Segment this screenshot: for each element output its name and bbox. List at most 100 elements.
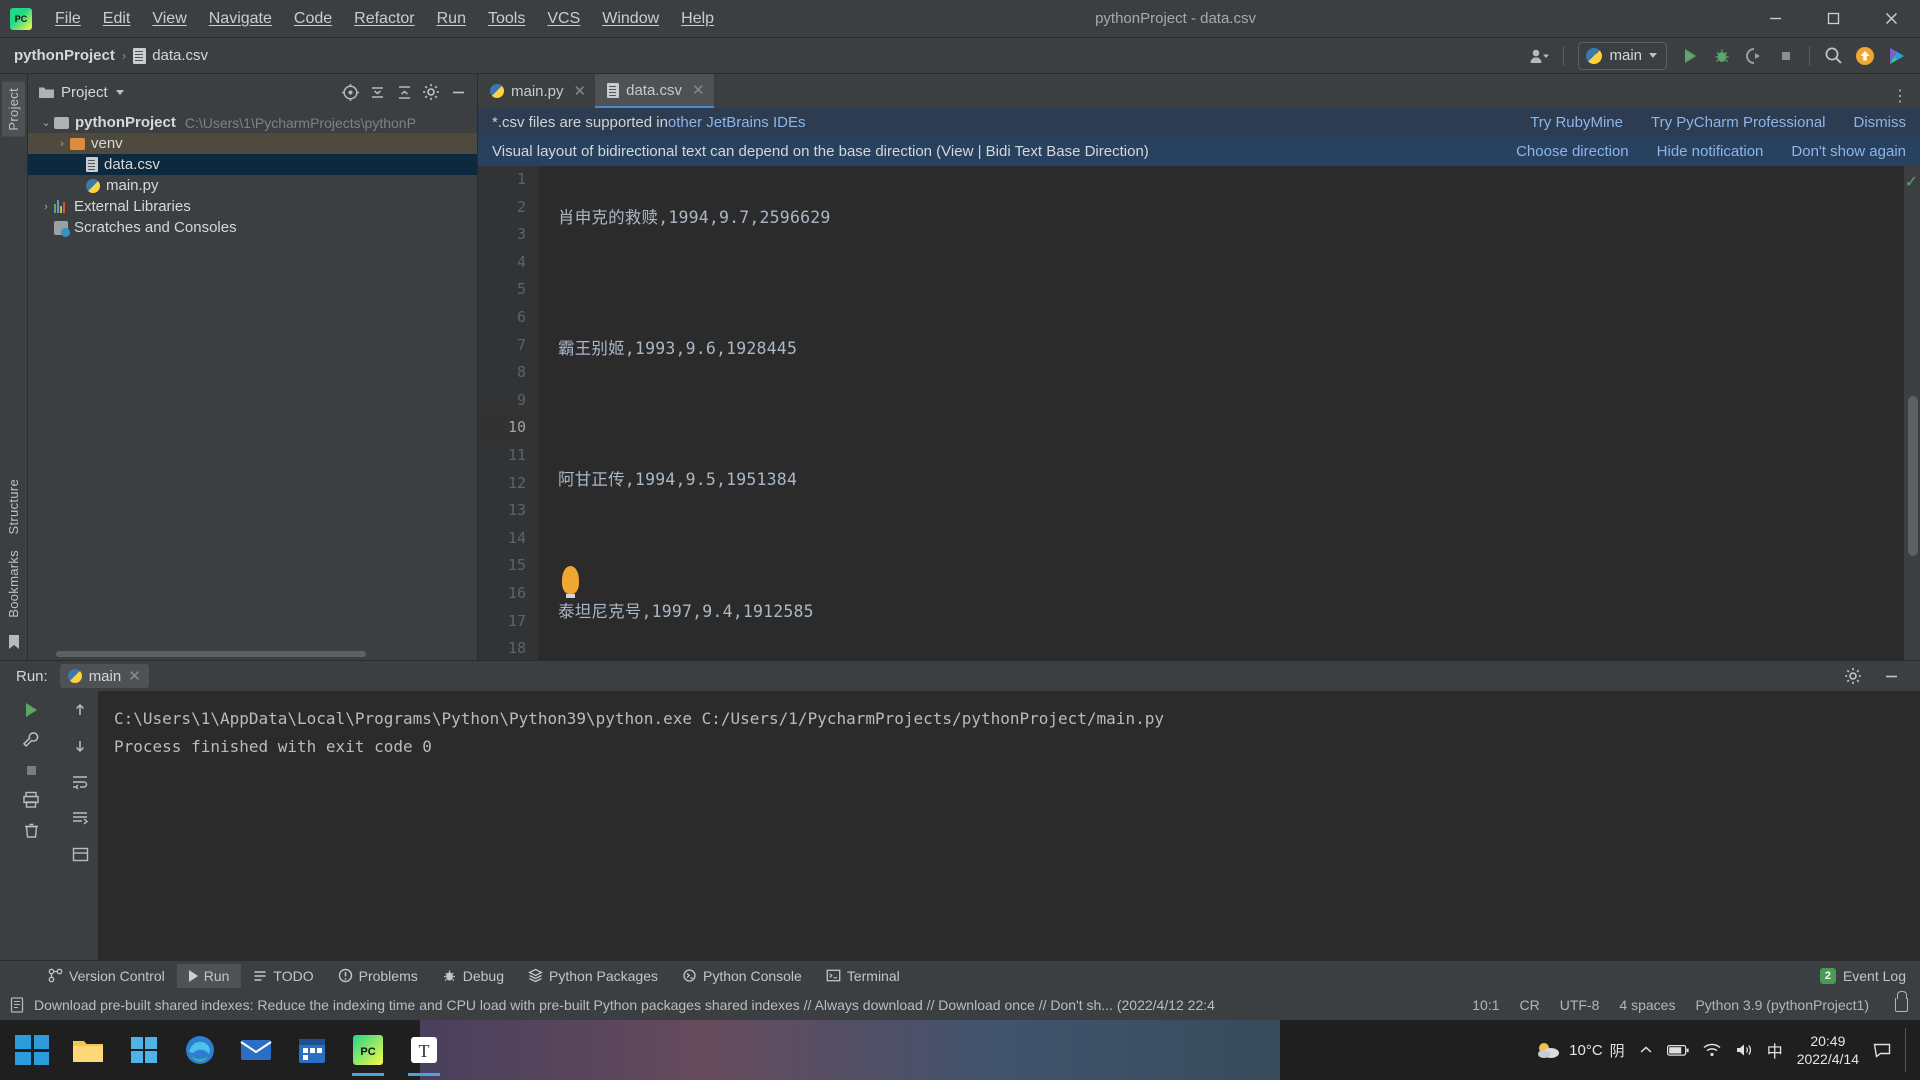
project-horizontal-scrollbar[interactable] bbox=[28, 648, 477, 660]
other-jetbrains-ides-link[interactable]: other JetBrains IDEs bbox=[668, 114, 806, 131]
trash-icon[interactable] bbox=[18, 817, 44, 843]
calendar-icon[interactable] bbox=[284, 1022, 340, 1078]
hide-panel-icon[interactable] bbox=[445, 80, 471, 104]
file-explorer-icon[interactable] bbox=[60, 1022, 116, 1078]
tool-window-problems[interactable]: Problems bbox=[326, 964, 430, 988]
editor-tab-data-csv[interactable]: data.csv ✕ bbox=[595, 74, 714, 108]
taskbar-clock[interactable]: 20:49 2022/4/14 bbox=[1797, 1032, 1859, 1068]
try-rubymine-link[interactable]: Try RubyMine bbox=[1530, 114, 1623, 131]
tool-window-todo[interactable]: TODO bbox=[241, 964, 325, 988]
scroll-up-icon[interactable] bbox=[67, 697, 93, 723]
menu-run[interactable]: Run bbox=[426, 4, 477, 33]
status-message[interactable]: Download pre-built shared indexes: Reduc… bbox=[34, 997, 1215, 1013]
caret-position[interactable]: 10:1 bbox=[1472, 997, 1499, 1013]
collapse-all-icon[interactable] bbox=[391, 80, 417, 104]
stop-icon[interactable] bbox=[18, 757, 44, 783]
stop-icon[interactable] bbox=[1771, 42, 1801, 70]
more-options-icon[interactable]: ⋮ bbox=[1892, 89, 1920, 108]
rail-tab-project[interactable]: Project bbox=[2, 82, 25, 137]
intention-bulb-icon[interactable] bbox=[562, 566, 579, 598]
maximize-button[interactable] bbox=[1804, 0, 1862, 38]
tree-item-data-csv[interactable]: data.csv bbox=[28, 154, 477, 175]
tree-item-venv[interactable]: › venv bbox=[28, 133, 477, 154]
layout-icon[interactable] bbox=[67, 841, 93, 867]
editor-tab-main-py[interactable]: main.py ✕ bbox=[478, 74, 595, 108]
wifi-icon[interactable] bbox=[1703, 1043, 1721, 1057]
tool-window-version-control[interactable]: Version Control bbox=[36, 964, 177, 988]
edge-browser-icon[interactable] bbox=[172, 1022, 228, 1078]
dismiss-link[interactable]: Dismiss bbox=[1854, 114, 1907, 131]
settings-gear-icon[interactable] bbox=[418, 80, 444, 104]
ime-indicator[interactable]: 中 bbox=[1767, 1038, 1783, 1062]
breadcrumb-file[interactable]: data.csv bbox=[133, 47, 208, 64]
chevron-down-icon[interactable]: ⌄ bbox=[38, 116, 54, 129]
editor-area[interactable]: 1 2 3 4 5 6 7 8 9 10 11 12 13 14 15 16 1 bbox=[478, 166, 1920, 660]
menu-navigate[interactable]: Navigate bbox=[198, 4, 283, 33]
run-configuration-selector[interactable]: main bbox=[1578, 41, 1667, 70]
rail-tab-structure[interactable]: Structure bbox=[2, 473, 25, 540]
settings-wrench-icon[interactable] bbox=[18, 727, 44, 753]
dont-show-again-link[interactable]: Don't show again bbox=[1791, 143, 1906, 160]
action-center-icon[interactable] bbox=[1873, 1042, 1891, 1058]
update-icon[interactable] bbox=[1850, 42, 1880, 70]
inspections-ok-icon[interactable]: ✓ bbox=[1905, 172, 1918, 192]
scroll-down-icon[interactable] bbox=[67, 733, 93, 759]
indent-setting[interactable]: 4 spaces bbox=[1619, 997, 1675, 1013]
python-interpreter[interactable]: Python 3.9 (pythonProject1) bbox=[1695, 997, 1869, 1013]
ide-feature-icon[interactable] bbox=[1882, 42, 1912, 70]
editor-scrollbar-thumb[interactable] bbox=[1908, 396, 1918, 556]
scroll-to-end-icon[interactable] bbox=[67, 805, 93, 831]
show-desktop-button[interactable] bbox=[1905, 1028, 1910, 1072]
minimize-button[interactable] bbox=[1746, 0, 1804, 38]
mail-icon[interactable] bbox=[228, 1022, 284, 1078]
tool-window-python-packages[interactable]: Python Packages bbox=[516, 964, 670, 988]
try-pycharm-professional-link[interactable]: Try PyCharm Professional bbox=[1651, 114, 1826, 131]
debug-icon[interactable] bbox=[1707, 42, 1737, 70]
chevron-up-icon[interactable] bbox=[1639, 1045, 1653, 1055]
windows-start-icon[interactable] bbox=[4, 1022, 60, 1078]
run-with-coverage-icon[interactable] bbox=[1739, 42, 1769, 70]
menu-tools[interactable]: Tools bbox=[477, 4, 536, 33]
chevron-right-icon[interactable]: › bbox=[38, 201, 54, 213]
soft-wrap-icon[interactable] bbox=[67, 769, 93, 795]
tree-item-pythonproject[interactable]: ⌄ pythonProject C:\Users\1\PycharmProjec… bbox=[28, 112, 477, 133]
notification-icon[interactable] bbox=[10, 997, 24, 1013]
choose-direction-link[interactable]: Choose direction bbox=[1516, 143, 1629, 160]
tool-window-debug[interactable]: Debug bbox=[430, 964, 516, 988]
run-console-output[interactable]: C:\Users\1\AppData\Local\Programs\Python… bbox=[98, 691, 1920, 960]
editor-code[interactable]: 肖申克的救赎,1994,9.7,2596629 霸王别姬,1993,9.6,19… bbox=[538, 166, 1904, 660]
tree-item-main-py[interactable]: main.py bbox=[28, 175, 477, 196]
microsoft-store-icon[interactable] bbox=[116, 1022, 172, 1078]
chevron-right-icon[interactable]: › bbox=[54, 138, 70, 150]
battery-icon[interactable] bbox=[1666, 1044, 1689, 1057]
hide-notification-link[interactable]: Hide notification bbox=[1657, 143, 1764, 160]
menu-edit[interactable]: Edit bbox=[92, 4, 142, 33]
tool-window-python-console[interactable]: Python Console bbox=[670, 964, 814, 988]
tree-item-external-libraries[interactable]: › External Libraries bbox=[28, 196, 477, 217]
tree-item-scratches[interactable]: Scratches and Consoles bbox=[28, 217, 477, 238]
read-only-lock-icon[interactable] bbox=[1895, 991, 1908, 1012]
file-encoding[interactable]: UTF-8 bbox=[1560, 997, 1600, 1013]
expand-icon[interactable] bbox=[364, 80, 390, 104]
rail-tab-bookmarks[interactable]: Bookmarks bbox=[2, 544, 25, 624]
close-icon[interactable]: ✕ bbox=[692, 81, 705, 99]
breadcrumb-project[interactable]: pythonProject bbox=[14, 47, 115, 64]
hide-panel-icon[interactable] bbox=[1876, 662, 1906, 690]
tool-window-run[interactable]: Run bbox=[176, 963, 242, 988]
select-opened-file-icon[interactable] bbox=[337, 80, 363, 104]
run-icon[interactable] bbox=[1675, 42, 1705, 70]
settings-gear-icon[interactable] bbox=[1838, 662, 1868, 690]
close-icon[interactable]: ✕ bbox=[574, 82, 587, 100]
pycharm-icon[interactable]: PC bbox=[340, 1022, 396, 1078]
tool-window-terminal[interactable]: Terminal bbox=[814, 964, 912, 988]
close-button[interactable] bbox=[1862, 0, 1920, 38]
line-separator[interactable]: CR bbox=[1520, 997, 1540, 1013]
weather-widget[interactable]: 10°C 阴 bbox=[1536, 1040, 1625, 1061]
close-icon[interactable]: ✕ bbox=[128, 667, 141, 685]
run-tab-main[interactable]: main ✕ bbox=[59, 664, 149, 688]
event-log-area[interactable]: 2 Event Log bbox=[1819, 967, 1920, 984]
search-everywhere-icon[interactable] bbox=[1818, 42, 1848, 70]
editor-marker-bar[interactable]: ✓ bbox=[1904, 166, 1920, 660]
editor-gutter[interactable]: 1 2 3 4 5 6 7 8 9 10 11 12 13 14 15 16 1 bbox=[478, 166, 538, 660]
print-icon[interactable] bbox=[18, 787, 44, 813]
